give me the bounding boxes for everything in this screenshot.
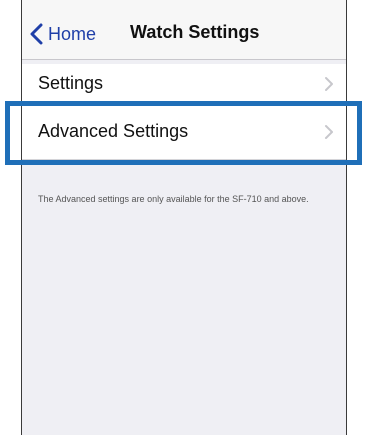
back-label: Home [48,23,97,44]
advanced-settings-label: Advanced Settings [38,121,189,141]
settings-label: Settings [38,73,104,93]
availability-note: The Advanced settings are only available… [38,194,309,204]
back-button[interactable]: Home [28,20,96,48]
chevron-right-icon [325,124,333,139]
advanced-settings-row[interactable]: Advanced Settings [22,104,346,160]
page-title: Watch Settings [130,22,260,42]
chevron-right-icon [325,76,333,91]
chevron-left-icon [30,23,43,45]
navigation-bar: Home Watch Settings [22,0,346,60]
phone-frame: Home Watch Settings Settings Advanced Se… [21,0,347,435]
screen: Home Watch Settings Settings Advanced Se… [0,0,368,435]
settings-row[interactable]: Settings [22,64,346,104]
